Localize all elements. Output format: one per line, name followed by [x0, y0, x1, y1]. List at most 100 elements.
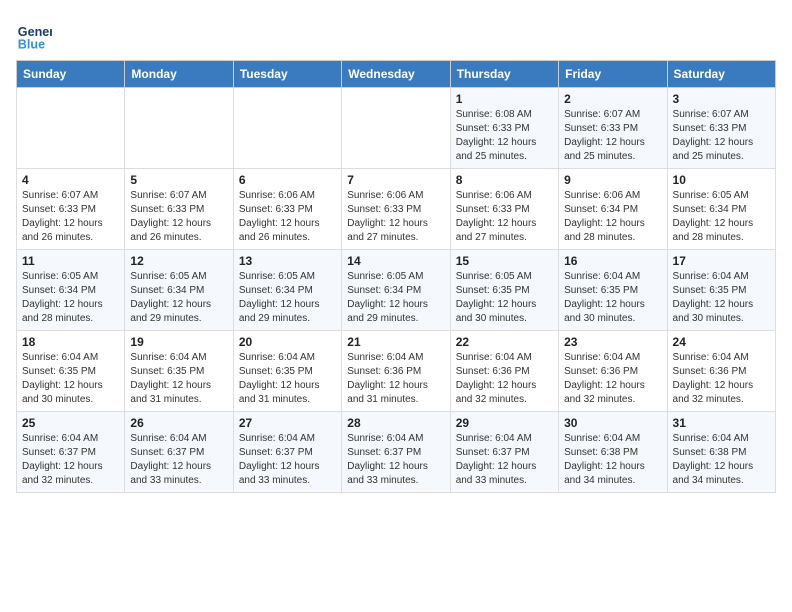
day-number: 24	[673, 335, 770, 349]
day-number: 27	[239, 416, 336, 430]
calendar-cell: 22Sunrise: 6:04 AM Sunset: 6:36 PM Dayli…	[450, 331, 558, 412]
day-number: 10	[673, 173, 770, 187]
day-number: 21	[347, 335, 444, 349]
calendar-cell: 12 Sunrise: 6:05 AM Sunset: 6:34 PM Dayli…	[125, 250, 233, 331]
day-number: 7	[347, 173, 444, 187]
day-number: 6	[239, 173, 336, 187]
calendar-cell: 26Sunrise: 6:04 AM Sunset: 6:37 PM Dayli…	[125, 412, 233, 493]
day-info: Sunrise: 6:05 AM Sunset: 6:34 PM Dayligh…	[673, 189, 770, 245]
day-info: Sunrise: 6:05 AM Sunset: 6:35 PM Dayligh…	[456, 270, 553, 326]
day-info: Sunrise: 6:04 AM Sunset: 6:37 PM Dayligh…	[347, 432, 444, 488]
calendar-cell: 10 Sunrise: 6:05 AM Sunset: 6:34 PM Dayli…	[667, 169, 775, 250]
day-number: 29	[456, 416, 553, 430]
day-info: Sunrise: 6:06 AM Sunset: 6:33 PM Dayligh…	[347, 189, 444, 245]
day-info: Sunrise: 6:05 AM Sunset: 6:34 PM Dayligh…	[130, 270, 227, 326]
day-info: Sunrise: 6:04 AM Sunset: 6:37 PM Dayligh…	[456, 432, 553, 488]
calendar-body: 1 Sunrise: 6:08 AM Sunset: 6:33 PM Daylig…	[17, 88, 776, 493]
calendar-cell	[342, 88, 450, 169]
day-info: Sunrise: 6:05 AM Sunset: 6:34 PM Dayligh…	[239, 270, 336, 326]
calendar-week-4: 18 Sunrise: 6:04 AM Sunset: 6:35 PM Dayli…	[17, 331, 776, 412]
day-number: 11	[22, 254, 119, 268]
calendar-cell: 7 Sunrise: 6:06 AM Sunset: 6:33 PM Daylig…	[342, 169, 450, 250]
day-info: Sunrise: 6:04 AM Sunset: 6:35 PM Dayligh…	[564, 270, 661, 326]
day-number: 12	[130, 254, 227, 268]
day-info: Sunrise: 6:06 AM Sunset: 6:34 PM Dayligh…	[564, 189, 661, 245]
calendar-cell: 23 Sunrise: 6:04 AM Sunset: 6:36 PM Dayli…	[559, 331, 667, 412]
day-info: Sunrise: 6:06 AM Sunset: 6:33 PM Dayligh…	[239, 189, 336, 245]
weekday-header-row: SundayMondayTuesdayWednesdayThursdayFrid…	[17, 61, 776, 88]
svg-text:Blue: Blue	[18, 37, 45, 51]
day-number: 13	[239, 254, 336, 268]
day-number: 31	[673, 416, 770, 430]
calendar-cell: 4 Sunrise: 6:07 AM Sunset: 6:33 PM Daylig…	[17, 169, 125, 250]
calendar-cell: 1 Sunrise: 6:08 AM Sunset: 6:33 PM Daylig…	[450, 88, 558, 169]
day-info: Sunrise: 6:04 AM Sunset: 6:38 PM Dayligh…	[564, 432, 661, 488]
calendar-week-2: 4 Sunrise: 6:07 AM Sunset: 6:33 PM Daylig…	[17, 169, 776, 250]
calendar-cell: 21 Sunrise: 6:04 AM Sunset: 6:36 PM Dayli…	[342, 331, 450, 412]
day-info: Sunrise: 6:04 AM Sunset: 6:37 PM Dayligh…	[239, 432, 336, 488]
day-info: Sunrise: 6:07 AM Sunset: 6:33 PM Dayligh…	[673, 108, 770, 164]
calendar-cell: 9Sunrise: 6:06 AM Sunset: 6:34 PM Daylig…	[559, 169, 667, 250]
day-number: 15	[456, 254, 553, 268]
calendar-cell	[233, 88, 341, 169]
day-number: 4	[22, 173, 119, 187]
day-info: Sunrise: 6:05 AM Sunset: 6:34 PM Dayligh…	[22, 270, 119, 326]
calendar-cell: 6 Sunrise: 6:06 AM Sunset: 6:33 PM Daylig…	[233, 169, 341, 250]
calendar-cell	[17, 88, 125, 169]
calendar-cell: 3Sunrise: 6:07 AM Sunset: 6:33 PM Daylig…	[667, 88, 775, 169]
calendar-cell: 18 Sunrise: 6:04 AM Sunset: 6:35 PM Dayli…	[17, 331, 125, 412]
day-number: 28	[347, 416, 444, 430]
day-number: 2	[564, 92, 661, 106]
calendar-cell: 15 Sunrise: 6:05 AM Sunset: 6:35 PM Dayli…	[450, 250, 558, 331]
day-number: 25	[22, 416, 119, 430]
day-info: Sunrise: 6:04 AM Sunset: 6:38 PM Dayligh…	[673, 432, 770, 488]
day-info: Sunrise: 6:04 AM Sunset: 6:35 PM Dayligh…	[239, 351, 336, 407]
calendar-cell: 14Sunrise: 6:05 AM Sunset: 6:34 PM Dayli…	[342, 250, 450, 331]
day-info: Sunrise: 6:04 AM Sunset: 6:36 PM Dayligh…	[673, 351, 770, 407]
calendar-cell: 30 Sunrise: 6:04 AM Sunset: 6:38 PM Dayli…	[559, 412, 667, 493]
calendar-week-1: 1 Sunrise: 6:08 AM Sunset: 6:33 PM Daylig…	[17, 88, 776, 169]
day-number: 8	[456, 173, 553, 187]
day-number: 23	[564, 335, 661, 349]
calendar-cell: 28 Sunrise: 6:04 AM Sunset: 6:37 PM Dayli…	[342, 412, 450, 493]
day-number: 16	[564, 254, 661, 268]
page-header: General Blue	[16, 16, 776, 52]
weekday-header-wednesday: Wednesday	[342, 61, 450, 88]
calendar-cell: 5Sunrise: 6:07 AM Sunset: 6:33 PM Daylig…	[125, 169, 233, 250]
calendar-cell: 25 Sunrise: 6:04 AM Sunset: 6:37 PM Dayli…	[17, 412, 125, 493]
calendar-week-3: 11 Sunrise: 6:05 AM Sunset: 6:34 PM Dayli…	[17, 250, 776, 331]
day-info: Sunrise: 6:07 AM Sunset: 6:33 PM Dayligh…	[564, 108, 661, 164]
day-info: Sunrise: 6:04 AM Sunset: 6:37 PM Dayligh…	[130, 432, 227, 488]
day-info: Sunrise: 6:04 AM Sunset: 6:37 PM Dayligh…	[22, 432, 119, 488]
day-number: 18	[22, 335, 119, 349]
day-info: Sunrise: 6:07 AM Sunset: 6:33 PM Dayligh…	[22, 189, 119, 245]
day-info: Sunrise: 6:07 AM Sunset: 6:33 PM Dayligh…	[130, 189, 227, 245]
day-info: Sunrise: 6:05 AM Sunset: 6:34 PM Dayligh…	[347, 270, 444, 326]
day-info: Sunrise: 6:04 AM Sunset: 6:36 PM Dayligh…	[347, 351, 444, 407]
day-number: 17	[673, 254, 770, 268]
calendar-cell: 16 Sunrise: 6:04 AM Sunset: 6:35 PM Dayli…	[559, 250, 667, 331]
day-info: Sunrise: 6:04 AM Sunset: 6:36 PM Dayligh…	[564, 351, 661, 407]
weekday-header-sunday: Sunday	[17, 61, 125, 88]
calendar-table: SundayMondayTuesdayWednesdayThursdayFrid…	[16, 60, 776, 493]
weekday-header-tuesday: Tuesday	[233, 61, 341, 88]
day-info: Sunrise: 6:08 AM Sunset: 6:33 PM Dayligh…	[456, 108, 553, 164]
calendar-cell: 19Sunrise: 6:04 AM Sunset: 6:35 PM Dayli…	[125, 331, 233, 412]
calendar-cell: 31 Sunrise: 6:04 AM Sunset: 6:38 PM Dayli…	[667, 412, 775, 493]
calendar-cell: 29 Sunrise: 6:04 AM Sunset: 6:37 PM Dayli…	[450, 412, 558, 493]
logo: General Blue	[16, 16, 52, 52]
day-number: 1	[456, 92, 553, 106]
weekday-header-monday: Monday	[125, 61, 233, 88]
day-number: 30	[564, 416, 661, 430]
day-number: 22	[456, 335, 553, 349]
day-info: Sunrise: 6:06 AM Sunset: 6:33 PM Dayligh…	[456, 189, 553, 245]
logo-icon: General Blue	[16, 16, 52, 52]
day-info: Sunrise: 6:04 AM Sunset: 6:35 PM Dayligh…	[130, 351, 227, 407]
day-info: Sunrise: 6:04 AM Sunset: 6:35 PM Dayligh…	[22, 351, 119, 407]
weekday-header-saturday: Saturday	[667, 61, 775, 88]
weekday-header-friday: Friday	[559, 61, 667, 88]
calendar-cell: 27 Sunrise: 6:04 AM Sunset: 6:37 PM Dayli…	[233, 412, 341, 493]
calendar-cell: 8 Sunrise: 6:06 AM Sunset: 6:33 PM Daylig…	[450, 169, 558, 250]
day-number: 20	[239, 335, 336, 349]
calendar-cell: 13 Sunrise: 6:05 AM Sunset: 6:34 PM Dayli…	[233, 250, 341, 331]
